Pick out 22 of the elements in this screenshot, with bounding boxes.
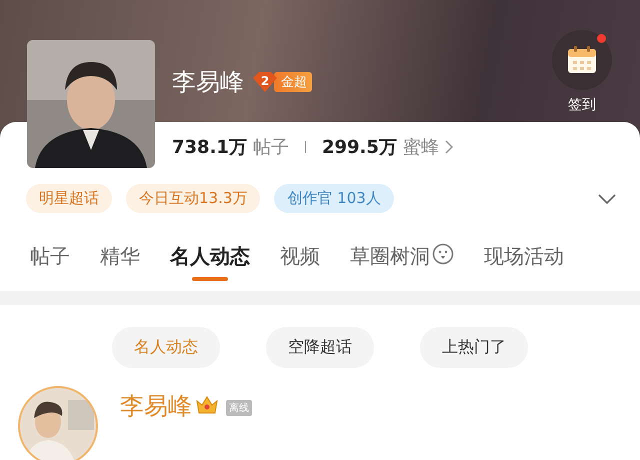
topic-tag[interactable]: 今日互动13.3万 <box>126 184 260 213</box>
filter-chip[interactable]: 空降超话 <box>266 327 374 368</box>
stat-label: 蜜蜂 <box>402 136 439 159</box>
tab[interactable]: 现场活动 <box>484 243 564 283</box>
stat-value: 299.5万 <box>322 136 397 159</box>
calendar-icon <box>567 46 597 74</box>
stat-value: 738.1万 <box>172 136 247 159</box>
face-icon <box>432 243 454 265</box>
tab[interactable]: 名人动态 <box>170 243 250 283</box>
tab[interactable]: 帖子 <box>30 243 70 283</box>
topic-name: 李易峰 <box>172 67 244 98</box>
tab[interactable]: 草圈树洞 <box>350 243 454 283</box>
topic-tag[interactable]: 创作官 103人 <box>274 184 394 213</box>
sign-in-label: 签到 <box>568 96 596 114</box>
topic-tag[interactable]: 明星超话 <box>26 184 112 213</box>
stat-label: 帖子 <box>252 136 289 159</box>
tab[interactable]: 精华 <box>100 243 140 283</box>
chevron-down-icon[interactable] <box>598 194 616 204</box>
status-badge: 离线 <box>226 400 252 416</box>
chevron-right-icon[interactable] <box>444 140 453 154</box>
filter-chip[interactable]: 上热门了 <box>420 327 528 368</box>
tab[interactable]: 视频 <box>280 243 320 283</box>
